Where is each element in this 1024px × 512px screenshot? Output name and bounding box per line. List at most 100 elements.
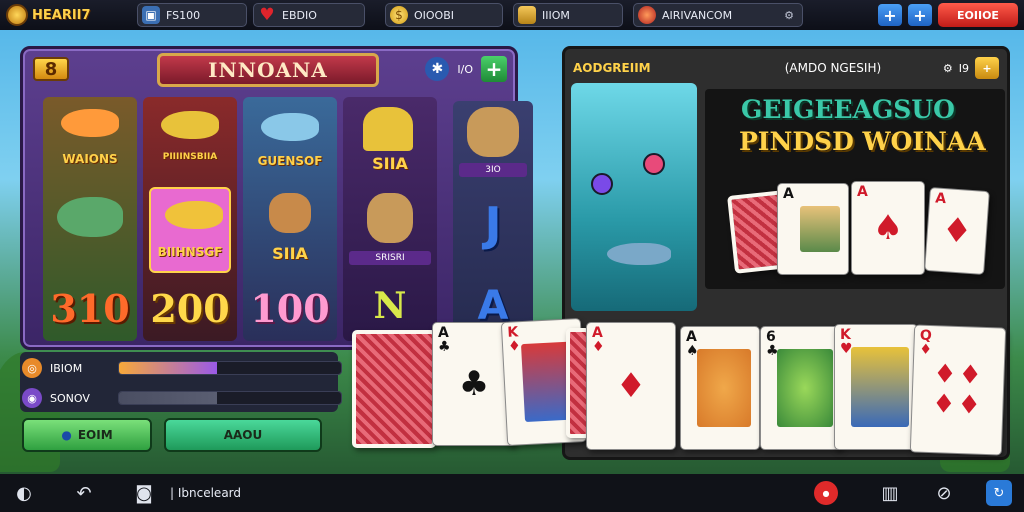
level-badge: 8 [33, 57, 69, 81]
search-icon: ● [61, 428, 72, 442]
fish-icon [165, 201, 223, 229]
playing-card-back[interactable] [352, 330, 436, 448]
stat-value: EBDIO [282, 8, 317, 22]
card-suit: ♠ [872, 208, 904, 248]
playing-card[interactable]: A ♠ [680, 326, 760, 450]
add-bet-button[interactable]: + [481, 56, 507, 82]
fish-icon [607, 243, 671, 265]
promo-banner: GEIGEEAGSUO PINDSD WOINAA A A ♠ A ♦ [705, 89, 1005, 289]
meter-row-1: ◎ IBIOM [22, 358, 342, 378]
reel-symbol-letter: J [484, 197, 502, 251]
face-card-art [800, 206, 840, 252]
reel-3: GUENSOF SIIA 100 [243, 97, 337, 341]
fish-icon [261, 113, 319, 141]
logo-text: HEARII7 [32, 7, 91, 23]
fish-icon [61, 109, 119, 137]
creature-icon [269, 193, 311, 233]
card-rank: A ♣ [438, 325, 451, 355]
symbol-tag: SRISRI [349, 251, 431, 265]
symbol-label: SIIA [272, 243, 308, 263]
stat-value: IIIOM [542, 8, 570, 22]
fish-icon [57, 197, 123, 237]
auto-button[interactable]: AAOU [164, 418, 322, 452]
promo-line-1: GEIGEEAGSUO [741, 95, 955, 124]
gold-bars-icon [518, 6, 536, 24]
reel-win-amount: 200 [150, 286, 230, 331]
coin-icon: $ [390, 6, 408, 24]
reel-1: WAIONS 310 [43, 97, 137, 341]
stat-profile[interactable]: AIRIVANCOM ⚙ [633, 3, 803, 27]
bars-icon[interactable]: ▥ [878, 481, 902, 505]
symbol-label: PIIIINSBIIA [162, 152, 218, 162]
slot-header-controls: ✱ I/O + [425, 56, 507, 82]
card-panel-title: AODGREIIM [573, 61, 651, 75]
lure-icon [591, 173, 613, 195]
playing-card[interactable]: Q ♦ ♦♦ ♦♦ [909, 324, 1007, 456]
card-rank: A [934, 190, 947, 208]
meter-label: SONOV [50, 391, 90, 405]
fishing-scene [571, 83, 697, 311]
spin-button-label: EOIM [77, 428, 113, 442]
bottom-label: | Ibnceleard [170, 486, 242, 500]
meter-label: IBIOM [50, 361, 83, 375]
playing-card[interactable]: A [777, 183, 849, 275]
card-suit: ♦♦ ♦♦ [931, 359, 985, 421]
card-panel-header: AODGREIIM (AMDO NGESIH) ⚙ I9 + [573, 55, 999, 81]
settings-icon[interactable]: ⚙ [784, 9, 794, 22]
chat-icon[interactable]: ◙ [132, 481, 156, 505]
stat-coin[interactable]: $ OIOOBI [385, 3, 503, 27]
character-icon [367, 193, 413, 243]
symbol-label: GUENSOF [257, 154, 323, 168]
playing-card[interactable]: K ♥ [834, 324, 918, 450]
progress-bar [118, 361, 342, 375]
symbol-tag: 3IO [459, 163, 527, 177]
face-card-art [697, 349, 751, 427]
playing-card[interactable]: A ♦ [924, 187, 990, 275]
add-button[interactable]: + [975, 57, 999, 79]
gear-icon[interactable]: ⚙ [943, 62, 953, 75]
chest-icon: ▣ [142, 6, 160, 24]
back-icon[interactable]: ↶ [72, 481, 96, 505]
top-bar: HEARII7 ▣ FS100 ♥ EBDIO $ OIOOBI IIIOM A… [0, 0, 1024, 30]
add-button-secondary[interactable]: + [908, 4, 932, 26]
card-rank: A ♦ [592, 325, 605, 355]
dial-icon[interactable]: ⊘ [932, 481, 956, 505]
symbol-label: SIIA [372, 153, 408, 173]
card-rank: A [857, 184, 868, 200]
face-card-art [851, 347, 909, 427]
red-action-button[interactable]: EOIIOE [938, 3, 1018, 27]
slot-machine-panel: 8 INNOANA ✱ I/O + WAIONS 310 PIIIINSBIIA… [20, 46, 533, 350]
record-icon[interactable]: ● [814, 481, 838, 505]
promo-line-2: PINDSD WOINAA [739, 127, 986, 156]
meter-row-2: ◉ SONOV [22, 388, 342, 408]
game-logo[interactable]: HEARII7 [6, 4, 131, 26]
stat-value: OIOOBI [414, 8, 455, 22]
stat-value: AIRIVANCOM [662, 8, 733, 22]
playing-card[interactable]: A ♦ ♦ [586, 322, 676, 450]
playing-card[interactable]: A ♠ [851, 181, 925, 275]
add-button[interactable]: + [878, 4, 902, 26]
gear-icon[interactable]: ✱ [425, 57, 450, 81]
symbol-label: WAIONS [62, 152, 118, 166]
stat-chest[interactable]: ▣ FS100 [137, 3, 247, 27]
stat-heart[interactable]: ♥ EBDIO [253, 3, 365, 27]
card-suit: ♦ [615, 366, 647, 406]
character-icon [363, 107, 413, 151]
slot-header: 8 INNOANA ✱ I/O + [23, 49, 515, 89]
card-panel-controls: ⚙ I9 + [943, 57, 999, 79]
stat-value: FS100 [166, 8, 201, 22]
home-icon[interactable]: ◐ [12, 481, 36, 505]
lure-icon [643, 153, 665, 175]
logo-icon [6, 4, 28, 26]
playing-card[interactable]: 6 ♣ [760, 326, 842, 450]
stat-gold[interactable]: IIIOM [513, 3, 623, 27]
character-icon [467, 107, 519, 157]
card-rank: K ♦ [506, 324, 522, 355]
refresh-icon[interactable]: ↻ [986, 480, 1012, 506]
fish-icon [161, 111, 219, 139]
reel-win-amount: 100 [250, 286, 330, 331]
spin-button[interactable]: ● EOIM [22, 418, 152, 452]
header-count: I9 [958, 61, 969, 75]
bonus-label: BIIHNSGF [157, 245, 223, 259]
progress-bar [118, 391, 342, 405]
